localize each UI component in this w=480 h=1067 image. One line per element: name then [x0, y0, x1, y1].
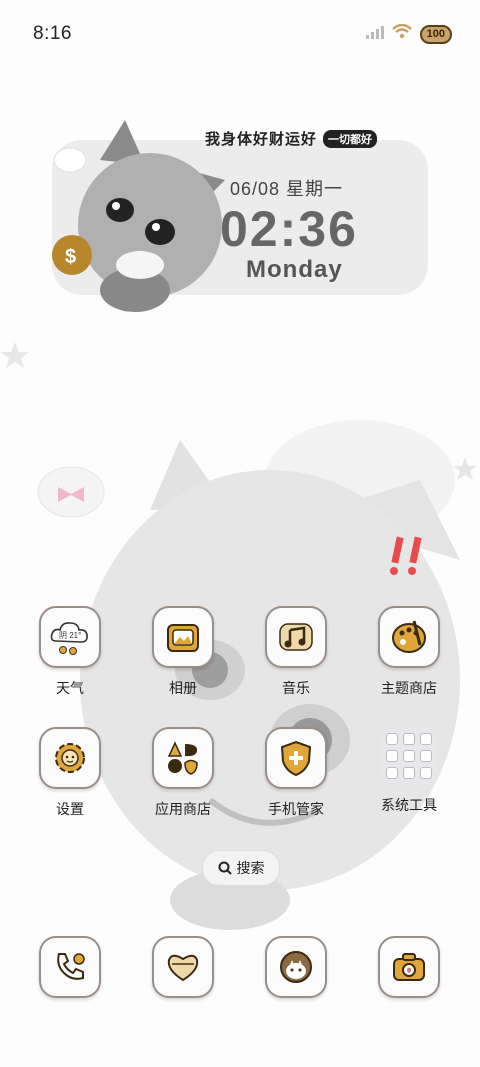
folder-app-icon [386, 750, 398, 762]
app-label: 设置 [56, 801, 84, 817]
widget-banner-sub-text: 一切都好 [323, 129, 378, 148]
cat-browser-icon [265, 936, 327, 998]
shield-icon [265, 727, 327, 789]
weather-icon: 阴 21° [39, 606, 101, 668]
app-label: 系统工具 [381, 797, 437, 813]
app-label: 音乐 [282, 680, 310, 696]
folder-app-icon [386, 733, 398, 745]
folder-app-icon [420, 733, 432, 745]
folder-app-icon [420, 767, 432, 779]
folder-icon [380, 727, 438, 785]
dock-camera[interactable] [364, 936, 454, 998]
music-icon [265, 606, 327, 668]
bow-cloud-decoration-icon [37, 466, 105, 518]
status-bar: 8:16 100 [0, 0, 480, 70]
battery-icon: 100 [419, 24, 452, 44]
wifi-icon [391, 23, 412, 44]
star-decoration-icon [453, 457, 477, 480]
heart-message-icon [152, 936, 214, 998]
camera-icon [378, 936, 440, 998]
status-time: 8:16 [33, 23, 72, 44]
widget-cat-image: $ [52, 120, 225, 312]
app-label: 主题商店 [381, 680, 437, 696]
app-gallery[interactable]: 相册 [138, 606, 228, 698]
dock-messages[interactable] [138, 936, 228, 998]
app-label: 天气 [56, 680, 84, 696]
folder-app-icon [403, 750, 415, 762]
folder-app-icon [386, 767, 398, 779]
status-icons: 100 [365, 23, 452, 44]
app-system-tools-folder[interactable]: 系统工具 [364, 727, 454, 815]
folder-app-icon [403, 767, 415, 779]
widget-banner: 我身体好财运好 一切都好 [205, 128, 378, 149]
exclamation-decoration-icon [390, 536, 422, 575]
widget-banner-main-text: 我身体好财运好 [205, 131, 318, 148]
dock-browser[interactable] [251, 936, 341, 998]
app-weather[interactable]: 阴 21° 天气 [25, 606, 115, 698]
gear-icon [39, 727, 101, 789]
star-decoration-icon [1, 342, 29, 368]
weather-temp-text: 阴 21° [59, 631, 81, 640]
signal-icon [365, 25, 384, 44]
search-label: 搜索 [236, 860, 265, 876]
widget-day: Monday [246, 256, 343, 283]
app-phone-manager[interactable]: 手机管家 [251, 727, 341, 819]
app-label: 相册 [169, 680, 197, 696]
app-label: 应用商店 [155, 801, 211, 817]
widget-time: 02:36 [220, 201, 358, 257]
app-app-store[interactable]: 应用商店 [138, 727, 228, 819]
app-music[interactable]: 音乐 [251, 606, 341, 698]
palette-icon [378, 606, 440, 668]
search-button[interactable]: 搜索 [202, 850, 280, 886]
app-label: 手机管家 [268, 801, 324, 817]
folder-app-icon [420, 750, 432, 762]
dock-phone[interactable] [25, 936, 115, 998]
search-icon [218, 861, 232, 875]
phone-icon [39, 936, 101, 998]
app-settings[interactable]: 设置 [25, 727, 115, 819]
gallery-icon [152, 606, 214, 668]
app-store-icon [152, 727, 214, 789]
app-theme-store[interactable]: 主题商店 [364, 606, 454, 698]
folder-app-icon [403, 733, 415, 745]
widget-date: 06/08 星期一 [230, 179, 344, 199]
svg-text:$: $ [65, 246, 76, 268]
